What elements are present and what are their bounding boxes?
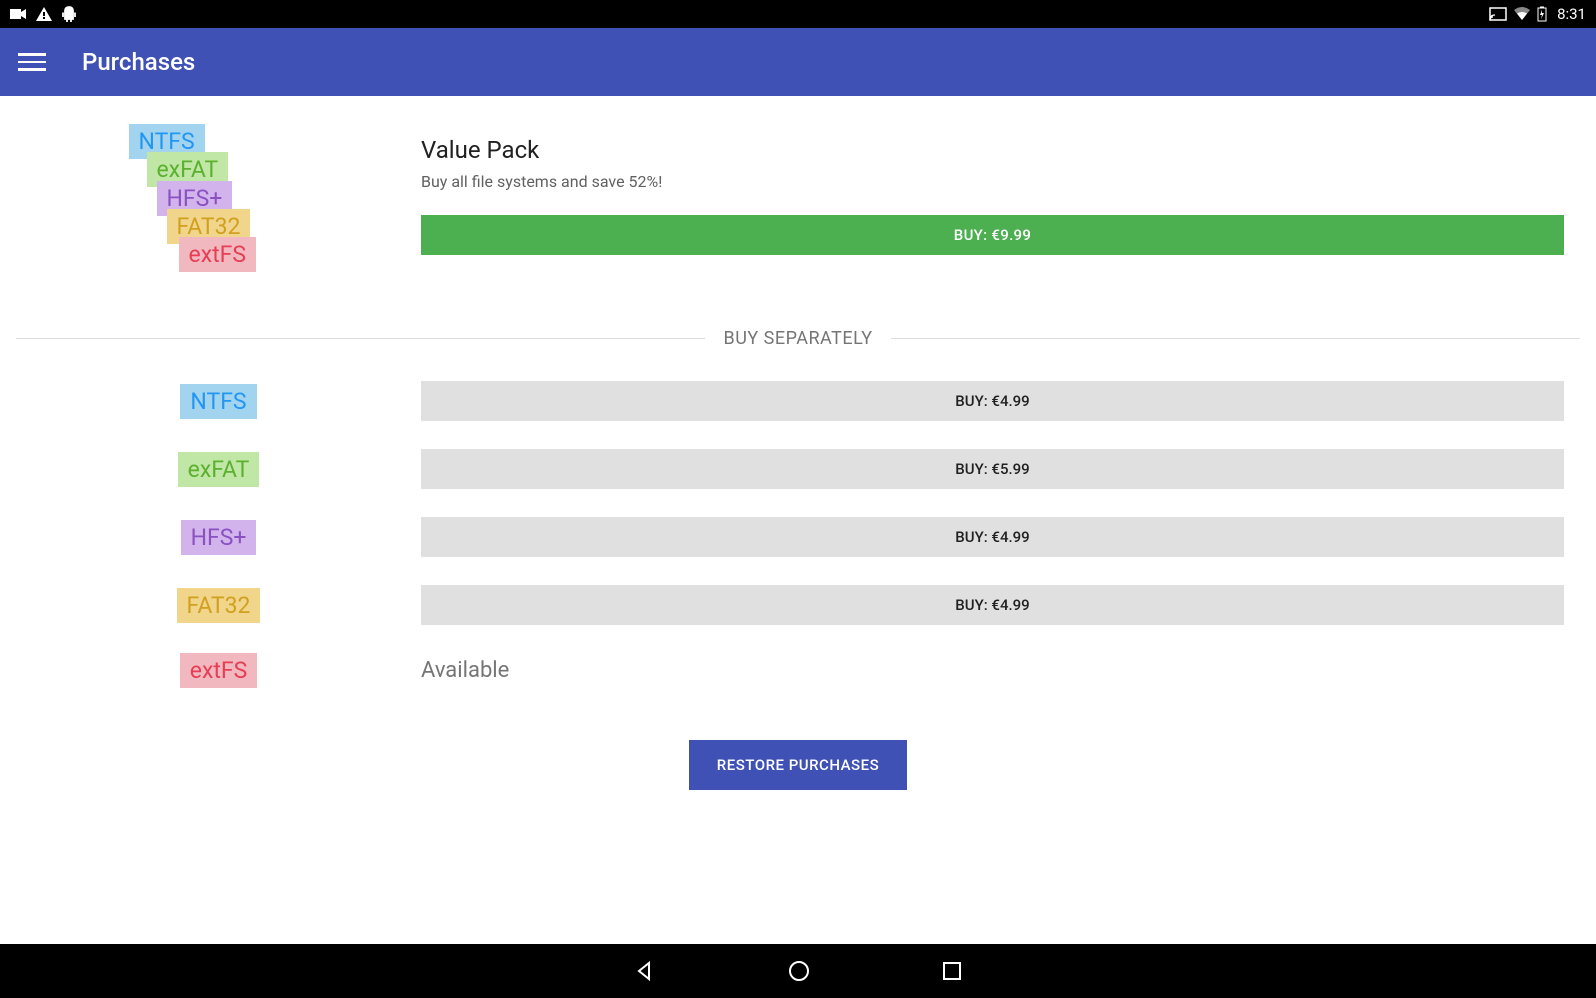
warning-icon [36, 7, 52, 21]
buy-ntfs-button[interactable]: BUY: €4.99 [421, 381, 1564, 421]
restore-row: RESTORE PURCHASES [0, 702, 1596, 828]
battery-icon [1537, 6, 1547, 22]
value-pack-subtitle: Buy all file systems and save 52%! [421, 172, 1564, 191]
item-action: BUY: €4.99 [421, 517, 1580, 557]
buy-separately-separator: BUY SEPARATELY [0, 328, 1596, 349]
nav-bar [0, 944, 1596, 998]
item-icon-col: FAT32 [16, 588, 421, 623]
value-pack-section: NTFS exFAT HFS+ FAT32 extFS Value Pack B… [0, 96, 1596, 322]
android-icon [62, 6, 76, 22]
item-icon-col: NTFS [16, 384, 421, 419]
status-time: 8:31 [1557, 5, 1586, 23]
page-title: Purchases [82, 48, 195, 76]
back-button[interactable] [633, 959, 657, 983]
item-icon-col: exFAT [16, 452, 421, 487]
stacked-fs-labels: NTFS exFAT HFS+ FAT32 extFS [129, 124, 309, 294]
item-action: BUY: €4.99 [421, 381, 1580, 421]
menu-icon[interactable] [18, 48, 46, 76]
item-row-ntfs: NTFS BUY: €4.99 [0, 367, 1596, 435]
fs-badge-ntfs: NTFS [180, 384, 256, 419]
status-right: 8:31 [1489, 5, 1586, 23]
divider [891, 338, 1580, 339]
fs-badge-fat32: FAT32 [177, 588, 261, 623]
fs-badge-exfat: exFAT [178, 452, 260, 487]
fs-badge-hfs: HFS+ [181, 520, 257, 555]
item-row-hfs: HFS+ BUY: €4.99 [0, 503, 1596, 571]
app-bar: Purchases [0, 28, 1596, 96]
item-row-exfat: exFAT BUY: €5.99 [0, 435, 1596, 503]
value-pack-icon: NTFS exFAT HFS+ FAT32 extFS [16, 124, 421, 294]
divider [16, 338, 705, 339]
fs-label-extfs: extFS [179, 237, 257, 272]
buy-exfat-button[interactable]: BUY: €5.99 [421, 449, 1564, 489]
content: NTFS exFAT HFS+ FAT32 extFS Value Pack B… [0, 96, 1596, 944]
value-pack-title: Value Pack [421, 136, 1564, 164]
fs-badge-extfs: extFS [180, 653, 258, 688]
status-bar: 8:31 [0, 0, 1596, 28]
item-row-fat32: FAT32 BUY: €4.99 [0, 571, 1596, 639]
available-label: Available [421, 658, 1564, 683]
buy-valuepack-button[interactable]: BUY: €9.99 [421, 215, 1564, 255]
item-action: BUY: €5.99 [421, 449, 1580, 489]
status-left [10, 6, 76, 22]
camera-icon [10, 8, 26, 20]
item-action: Available [421, 658, 1580, 683]
item-icon-col: HFS+ [16, 520, 421, 555]
item-row-extfs: extFS Available [0, 639, 1596, 702]
restore-purchases-button[interactable]: RESTORE PURCHASES [689, 740, 907, 790]
home-button[interactable] [787, 959, 811, 983]
buy-hfs-button[interactable]: BUY: €4.99 [421, 517, 1564, 557]
value-pack-detail: Value Pack Buy all file systems and save… [421, 124, 1580, 294]
item-icon-col: extFS [16, 653, 421, 688]
separator-label: BUY SEPARATELY [705, 328, 890, 349]
buy-fat32-button[interactable]: BUY: €4.99 [421, 585, 1564, 625]
recents-button[interactable] [941, 960, 963, 982]
cast-icon [1489, 7, 1507, 21]
wifi-icon [1513, 7, 1531, 21]
item-action: BUY: €4.99 [421, 585, 1580, 625]
